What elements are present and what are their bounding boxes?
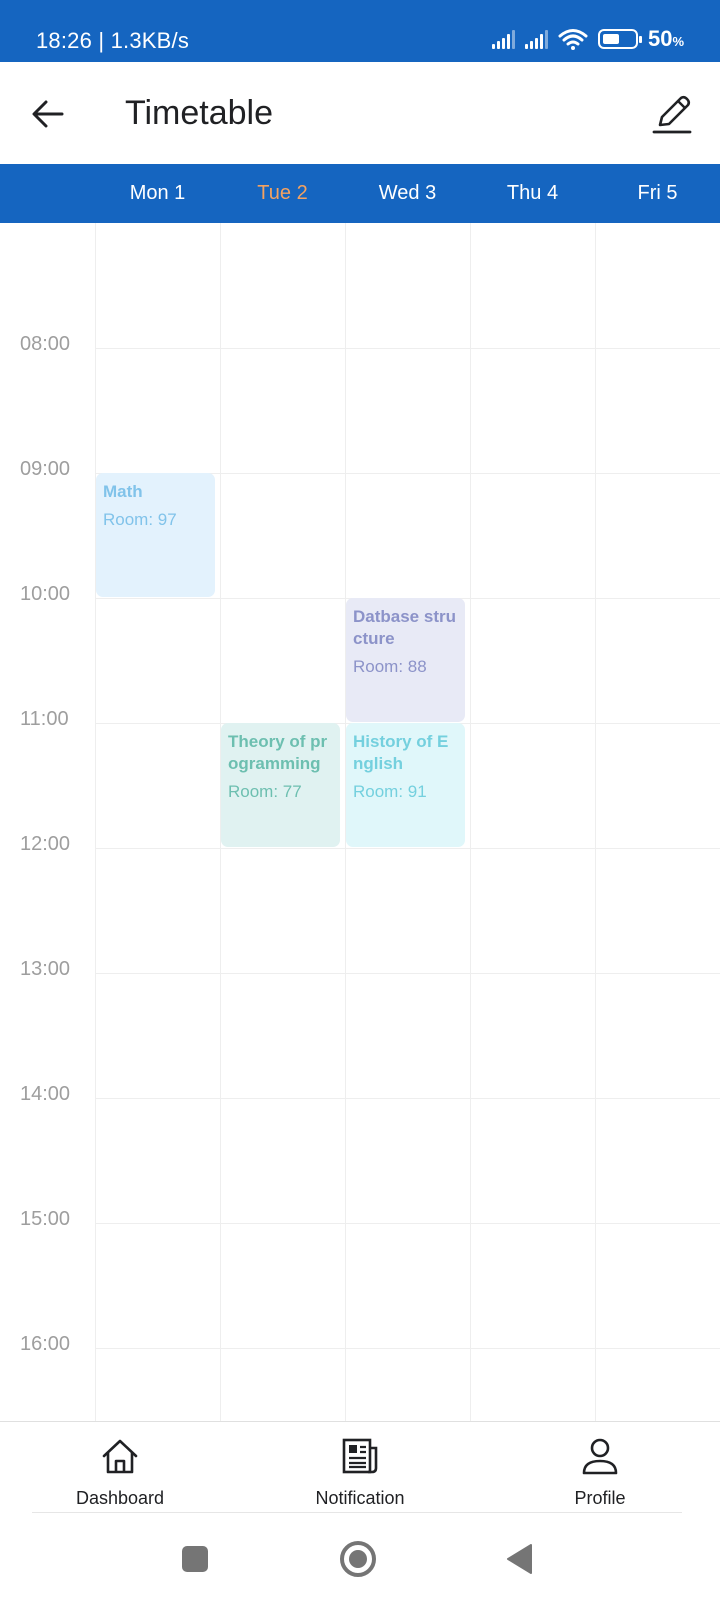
grid-line: [95, 848, 720, 849]
event-title: Datbase structure: [353, 607, 456, 648]
arrow-left-icon: [32, 100, 64, 128]
nav-label: Profile: [574, 1488, 626, 1508]
recents-button[interactable]: [175, 1539, 215, 1579]
grid-line: [470, 223, 471, 1422]
signal-icon: [524, 29, 548, 49]
back-system-button[interactable]: [500, 1539, 540, 1579]
event-room: Room: 88: [353, 657, 427, 676]
system-nav: [0, 1513, 720, 1600]
status-icons: 50%: [491, 26, 684, 52]
page-title: Timetable: [125, 94, 274, 132]
event-card[interactable]: History of English Room: 91: [346, 723, 465, 847]
event-title: History of English: [353, 732, 449, 773]
time-label: 08:00: [20, 333, 71, 355]
day-fri[interactable]: Fri 5: [595, 164, 720, 223]
app-bar: Timetable: [0, 62, 720, 164]
grid-line: [95, 223, 96, 1422]
time-label: 09:00: [20, 458, 71, 480]
grid-line: [95, 1098, 720, 1099]
back-button[interactable]: [24, 90, 72, 138]
home-button[interactable]: [338, 1539, 378, 1579]
triangle-back-icon: [507, 1544, 532, 1574]
event-title: Math: [103, 482, 143, 501]
event-title: Theory of programming: [228, 732, 328, 773]
grid-line: [95, 348, 720, 349]
status-time: 18:26 | 1.3KB/s: [36, 28, 190, 53]
event-room: Room: 91: [353, 782, 427, 801]
square-icon: [182, 1546, 208, 1572]
battery-icon: [597, 29, 642, 49]
nav-profile[interactable]: Profile: [500, 1422, 700, 1512]
day-thu[interactable]: Thu 4: [470, 164, 595, 223]
battery-level: 50%: [647, 26, 684, 51]
time-label: 11:00: [20, 708, 69, 730]
nav-label: Dashboard: [75, 1488, 165, 1508]
time-label: 13:00: [20, 958, 71, 980]
event-room: Room: 77: [228, 782, 302, 801]
nav-dashboard[interactable]: Dashboard: [20, 1422, 220, 1512]
grid-line: [95, 973, 720, 974]
time-label: 10:00: [20, 583, 71, 605]
nav-label: Notification: [315, 1488, 405, 1508]
bottom-nav: Dashboard Notification Profile: [0, 1421, 720, 1512]
event-card[interactable]: Math Room: 97: [96, 473, 215, 597]
grid-line: [95, 1348, 720, 1349]
event-card[interactable]: Theory of programming Room: 77: [221, 723, 340, 847]
grid-line: [595, 223, 596, 1422]
status-bar: 18:26 | 1.3KB/s 50%: [0, 0, 720, 62]
signal-icon: [491, 29, 515, 49]
wifi-icon: [558, 29, 588, 50]
time-label: 14:00: [20, 1083, 71, 1105]
event-room: Room: 97: [103, 510, 177, 529]
day-header: Mon 1 Tue 2 Wed 3 Thu 4 Fri 5: [0, 164, 720, 223]
pencil-icon: [652, 95, 692, 134]
time-label: 15:00: [20, 1208, 71, 1230]
newspaper-icon: [340, 1436, 380, 1476]
time-label: 16:00: [20, 1333, 71, 1355]
day-wed[interactable]: Wed 3: [345, 164, 470, 223]
grid-line: [95, 1223, 720, 1224]
day-mon[interactable]: Mon 1: [95, 164, 220, 223]
person-icon: [580, 1436, 620, 1476]
day-tue[interactable]: Tue 2: [220, 164, 345, 223]
nav-notification[interactable]: Notification: [260, 1422, 460, 1512]
edit-button[interactable]: [646, 88, 698, 140]
timetable-grid[interactable]: 08:00 09:00 10:00 11:00 12:00 13:00 14:0…: [0, 223, 720, 1422]
home-icon: [100, 1436, 140, 1476]
circle-icon: [340, 1541, 376, 1577]
time-label: 12:00: [20, 833, 71, 855]
event-card[interactable]: Datbase structure Room: 88: [346, 598, 465, 722]
